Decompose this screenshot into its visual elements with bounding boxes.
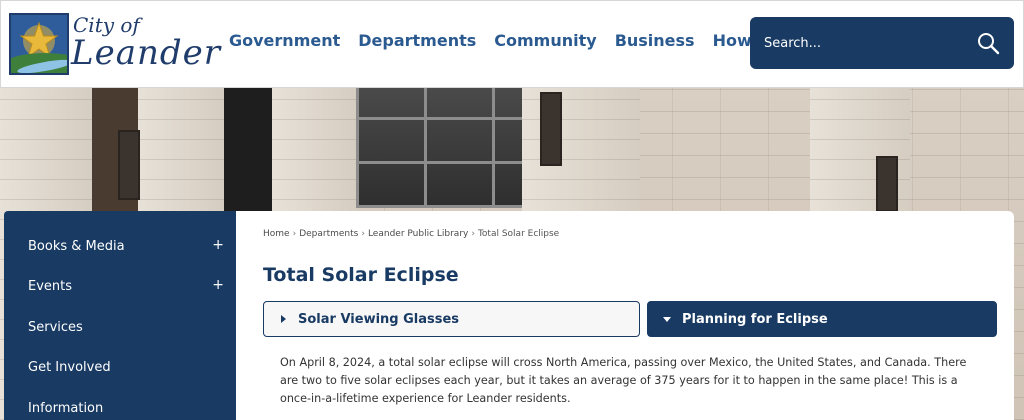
search-input[interactable]	[764, 17, 964, 69]
glass-window	[356, 88, 522, 208]
main-nav: Government Departments Community Busines…	[229, 31, 811, 50]
breadcrumb: Home › Departments › Leander Public Library ›…	[263, 229, 559, 239]
sidebar-item-books-media[interactable]: Books & Media +	[4, 227, 236, 267]
sidebar-item-services[interactable]: Services	[4, 308, 236, 348]
nav-business[interactable]: Business	[615, 31, 695, 50]
caret-down-icon	[663, 317, 671, 322]
sidebar-item-label: Services	[28, 320, 83, 335]
sidebar-item-get-involved[interactable]: Get Involved	[4, 348, 236, 388]
logo-name-text: Leander	[71, 33, 222, 73]
nav-government[interactable]: Government	[229, 31, 340, 50]
sidebar-item-label: Books & Media	[28, 239, 125, 254]
breadcrumb-library[interactable]: Leander Public Library	[368, 229, 468, 239]
city-logo[interactable]: City of Leander	[9, 11, 220, 79]
main-content: Home › Departments › Leander Public Library ›…	[236, 211, 1014, 420]
breadcrumb-separator: ›	[361, 229, 365, 239]
search-icon[interactable]	[976, 31, 1000, 55]
sidebar-item-label: Get Involved	[28, 360, 111, 375]
sidebar-item-information[interactable]: Information	[4, 389, 236, 420]
nav-departments[interactable]: Departments	[358, 31, 476, 50]
nav-community[interactable]: Community	[494, 31, 596, 50]
sidebar-item-label: Events	[28, 279, 73, 294]
logo-emblem	[9, 13, 69, 75]
sidebar-item-events[interactable]: Events +	[4, 267, 236, 307]
expand-plus-icon[interactable]: +	[212, 277, 224, 293]
sidebar-item-label: Information	[28, 401, 104, 416]
accordion-label: Solar Viewing Glasses	[298, 312, 460, 327]
eclipse-description: On April 8, 2024, a total solar eclipse …	[280, 356, 967, 405]
sidebar-nav: Books & Media + Events + Services Get In…	[4, 211, 236, 420]
breadcrumb-separator: ›	[292, 229, 297, 239]
wall-lamp	[876, 156, 898, 212]
accordion-planning-for-eclipse[interactable]: Planning for Eclipse	[647, 301, 997, 337]
site-header: City of Leander Government Departments C…	[0, 0, 1024, 88]
breadcrumb-home[interactable]: Home	[263, 229, 290, 239]
breadcrumb-separator: ›	[471, 229, 475, 239]
wall-lamp	[118, 130, 140, 200]
search-box	[750, 17, 1014, 69]
breadcrumb-departments[interactable]: Departments	[299, 229, 358, 239]
wall-lamp	[540, 92, 562, 166]
breadcrumb-current: Total Solar Eclipse	[477, 229, 560, 239]
expand-plus-icon[interactable]: +	[212, 237, 224, 253]
accordion-label: Planning for Eclipse	[682, 312, 828, 327]
accordion-solar-viewing-glasses[interactable]: Solar Viewing Glasses	[263, 301, 640, 337]
caret-right-icon	[281, 315, 286, 323]
page-title: Total Solar Eclipse	[263, 264, 459, 286]
